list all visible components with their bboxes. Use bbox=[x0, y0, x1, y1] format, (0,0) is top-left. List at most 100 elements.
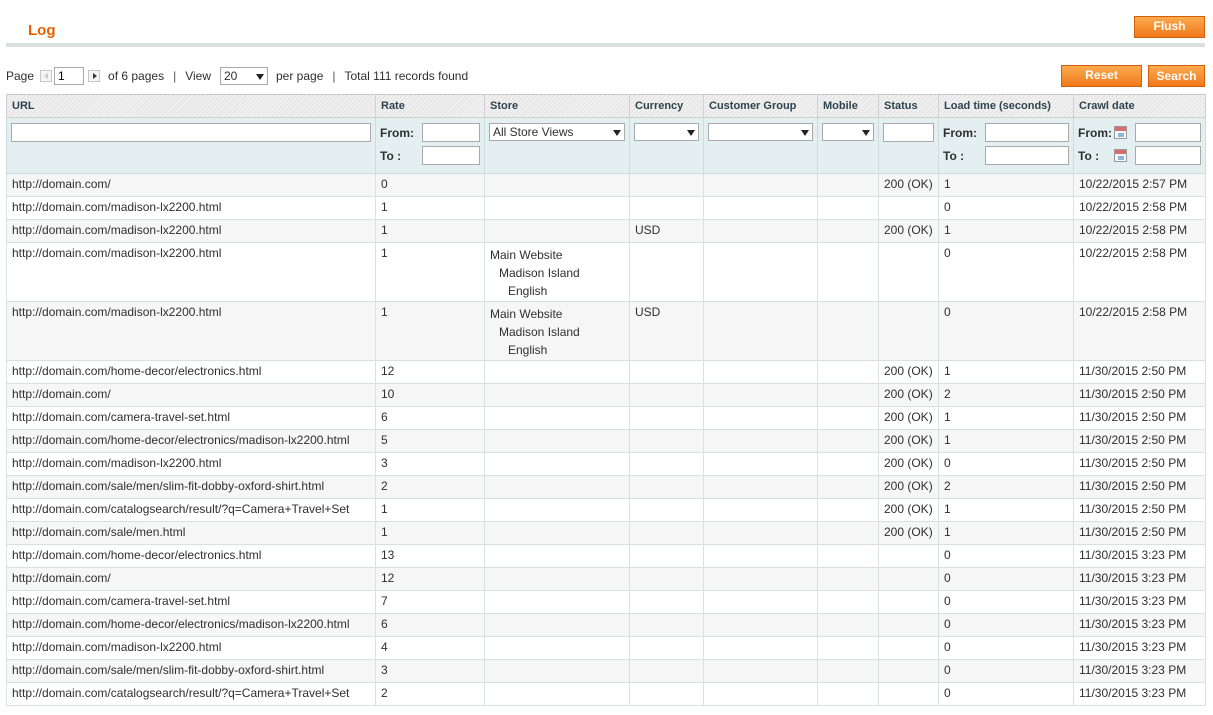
cell-mobile bbox=[817, 521, 879, 545]
calendar-icon[interactable] bbox=[1114, 149, 1127, 162]
column-header-load-time[interactable]: Load time (seconds) bbox=[938, 94, 1074, 118]
store-scope-line: Madison Island bbox=[499, 325, 580, 339]
url-filter-input[interactable] bbox=[11, 123, 371, 142]
store-scope-line: English bbox=[508, 284, 548, 298]
cell-group bbox=[703, 301, 818, 361]
cell-store bbox=[484, 360, 630, 384]
cell-url: http://domain.com/catalogsearch/result/?… bbox=[6, 682, 376, 706]
cell-date: 10/22/2015 2:58 PM bbox=[1073, 196, 1206, 220]
column-header-status[interactable]: Status bbox=[878, 94, 939, 118]
table-row[interactable]: http://domain.com/sale/men/slim-fit-dobb… bbox=[6, 659, 1206, 683]
cell-mobile bbox=[817, 590, 879, 614]
column-header-crawl-date[interactable]: Crawl date bbox=[1073, 94, 1206, 118]
table-row[interactable]: http://domain.com/madison-lx2200.html 3 20… bbox=[6, 452, 1206, 476]
rate-to-input[interactable] bbox=[422, 146, 480, 165]
cell-date: 11/30/2015 3:23 PM bbox=[1073, 613, 1206, 637]
column-header-mobile[interactable]: Mobile bbox=[817, 94, 879, 118]
column-header-rate[interactable]: Rate bbox=[375, 94, 485, 118]
table-row[interactable]: http://domain.com/12 0 11/30/2015 3:23 PM bbox=[6, 567, 1206, 591]
calendar-icon[interactable] bbox=[1114, 126, 1127, 139]
cell-rate: 2 bbox=[375, 475, 485, 499]
table-row[interactable]: http://domain.com/camera-travel-set.html… bbox=[6, 590, 1206, 614]
cell-store bbox=[484, 452, 630, 476]
cell-url: http://domain.com/home-decor/electronics… bbox=[6, 360, 376, 384]
page-number-input[interactable] bbox=[54, 67, 85, 85]
flush-log-button[interactable]: Flush Log bbox=[1134, 16, 1205, 51]
table-row[interactable]: http://domain.com/home-decor/electronics… bbox=[6, 544, 1206, 568]
cell-mobile bbox=[817, 173, 879, 197]
column-header-url[interactable]: URL bbox=[6, 94, 376, 118]
cell-url: http://domain.com/sale/men/slim-fit-dobb… bbox=[6, 475, 376, 499]
filter-group-cell bbox=[703, 117, 818, 174]
table-row[interactable]: http://domain.com/home-decor/electronics… bbox=[6, 360, 1206, 384]
store-scope-line: Main Website bbox=[490, 248, 563, 262]
cell-store bbox=[484, 219, 630, 243]
store-scope-line: Main Website bbox=[490, 307, 563, 321]
cell-status bbox=[878, 590, 939, 614]
filter-currency-cell bbox=[629, 117, 704, 174]
column-header-customer-group[interactable]: Customer Group bbox=[703, 94, 818, 118]
customer-group-filter-select[interactable] bbox=[708, 123, 813, 141]
per-page-value: 20 bbox=[224, 69, 238, 83]
cell-url: http://domain.com/madison-lx2200.html bbox=[6, 242, 376, 302]
status-filter-input[interactable] bbox=[883, 123, 934, 142]
table-row[interactable]: http://domain.com/catalogsearch/result/?… bbox=[6, 682, 1206, 706]
chevron-down-icon bbox=[256, 74, 264, 80]
date-from-input[interactable] bbox=[1135, 123, 1201, 142]
search-button[interactable]: Search bbox=[1148, 65, 1205, 87]
table-row[interactable]: http://domain.com/0 200 (OK) 1 10/22/2015 2… bbox=[6, 173, 1206, 197]
cell-url: http://domain.com/madison-lx2200.html bbox=[6, 636, 376, 660]
cell-store: Main Website Madison Island English bbox=[484, 242, 630, 302]
grid-body: http://domain.com/0 200 (OK) 1 10/22/2015 2… bbox=[6, 173, 1206, 706]
load-from-input[interactable] bbox=[985, 123, 1069, 142]
table-row[interactable]: http://domain.com/madison-lx2200.html 4 0 1… bbox=[6, 636, 1206, 660]
cell-rate: 12 bbox=[375, 360, 485, 384]
column-header-currency[interactable]: Currency bbox=[629, 94, 704, 118]
cell-rate: 7 bbox=[375, 590, 485, 614]
cell-group bbox=[703, 383, 818, 407]
cell-group bbox=[703, 452, 818, 476]
chevron-down-icon bbox=[687, 130, 695, 136]
mobile-filter-select[interactable] bbox=[822, 123, 874, 141]
cell-load: 1 bbox=[938, 360, 1074, 384]
currency-filter-select[interactable] bbox=[634, 123, 699, 141]
arrow-right-icon[interactable] bbox=[88, 70, 101, 82]
cell-group bbox=[703, 219, 818, 243]
column-header-store[interactable]: Store bbox=[484, 94, 630, 118]
cell-currency bbox=[629, 682, 704, 706]
table-row[interactable]: http://domain.com/10 200 (OK) 2 11/30/2015 … bbox=[6, 383, 1206, 407]
table-row[interactable]: http://domain.com/sale/men.html 1 200 (OK)… bbox=[6, 521, 1206, 545]
cell-mobile bbox=[817, 544, 879, 568]
rate-from-input[interactable] bbox=[422, 123, 480, 142]
load-to-input[interactable] bbox=[985, 146, 1069, 165]
per-page-label: per page bbox=[276, 69, 324, 83]
cell-currency: USD bbox=[629, 301, 704, 361]
table-row[interactable]: http://domain.com/sale/men/slim-fit-dobb… bbox=[6, 475, 1206, 499]
table-row[interactable]: http://domain.com/madison-lx2200.html 1 0 1… bbox=[6, 196, 1206, 220]
cell-store bbox=[484, 429, 630, 453]
table-row[interactable]: http://domain.com/home-decor/electronics… bbox=[6, 429, 1206, 453]
arrow-left-icon[interactable] bbox=[40, 70, 53, 82]
cell-rate: 1 bbox=[375, 242, 485, 302]
cell-load: 0 bbox=[938, 659, 1074, 683]
table-row[interactable]: http://domain.com/madison-lx2200.html 1 Ma… bbox=[6, 301, 1206, 361]
cell-rate: 2 bbox=[375, 682, 485, 706]
cell-currency bbox=[629, 590, 704, 614]
table-row[interactable]: http://domain.com/catalogsearch/result/?… bbox=[6, 498, 1206, 522]
cell-status bbox=[878, 301, 939, 361]
table-row[interactable]: http://domain.com/camera-travel-set.html… bbox=[6, 406, 1206, 430]
per-page-select[interactable]: 20 bbox=[220, 67, 268, 85]
cell-status: 200 (OK) bbox=[878, 219, 939, 243]
table-row[interactable]: http://domain.com/madison-lx2200.html 1 US… bbox=[6, 219, 1206, 243]
pager: Page of 6 pages | View 20 per page | Tot… bbox=[6, 67, 468, 85]
date-to-input[interactable] bbox=[1135, 146, 1201, 165]
table-row[interactable]: http://domain.com/home-decor/electronics… bbox=[6, 613, 1206, 637]
table-row[interactable]: http://domain.com/madison-lx2200.html 1 Ma… bbox=[6, 242, 1206, 302]
cell-load: 0 bbox=[938, 682, 1074, 706]
cell-currency bbox=[629, 196, 704, 220]
reset-filter-button[interactable]: Reset Filter bbox=[1061, 65, 1142, 100]
cell-status bbox=[878, 242, 939, 302]
cell-date: 11/30/2015 2:50 PM bbox=[1073, 521, 1206, 545]
store-filter-select[interactable]: All Store Views bbox=[489, 123, 625, 141]
cell-rate: 1 bbox=[375, 301, 485, 361]
